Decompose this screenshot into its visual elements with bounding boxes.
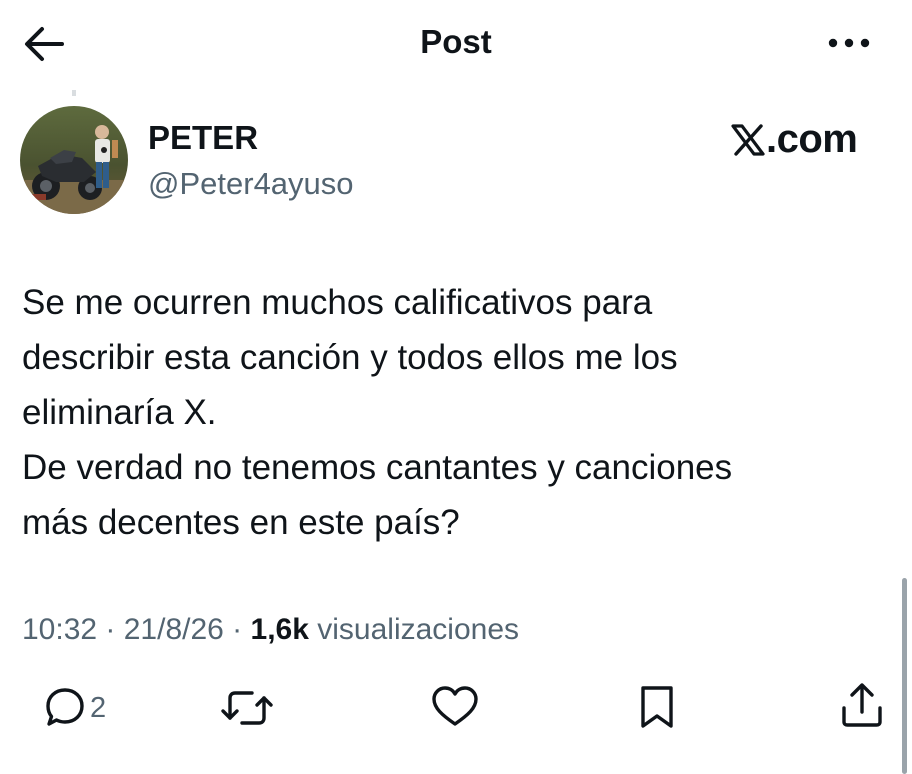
more-options-button[interactable] xyxy=(824,28,874,58)
more-horizontal-icon xyxy=(828,38,870,48)
share-button[interactable] xyxy=(836,678,888,738)
avatar[interactable] xyxy=(20,106,128,214)
meta-separator: · xyxy=(223,613,251,646)
heart-icon xyxy=(432,686,478,726)
bookmark-button[interactable] xyxy=(634,678,680,738)
post-time[interactable]: 10:32 xyxy=(22,613,97,646)
arrow-left-icon xyxy=(25,27,64,61)
scrollbar[interactable] xyxy=(902,578,907,774)
repost-button[interactable] xyxy=(220,678,274,738)
post-header: Post xyxy=(0,0,912,90)
meta-separator: · xyxy=(97,613,124,646)
decorative-mark xyxy=(72,90,76,96)
author-display-name[interactable]: PETER xyxy=(148,116,258,160)
brand-watermark: .com xyxy=(730,114,880,164)
author-handle[interactable]: @Peter4ayuso xyxy=(148,163,354,205)
like-button[interactable] xyxy=(430,678,480,738)
profile-photo-motorcycle xyxy=(20,106,128,214)
reply-count: 2 xyxy=(90,692,107,724)
views-count[interactable]: 1,6k xyxy=(251,613,309,646)
page-title: Post xyxy=(420,23,492,60)
post-text: Se me ocurren muchos calificativos para … xyxy=(22,283,733,542)
repost-icon xyxy=(221,691,273,725)
brand-suffix: .com xyxy=(766,117,858,161)
x-logo-icon xyxy=(731,124,765,156)
post-meta: 10:32 · 21/8/26 · 1,6k visualizaciones xyxy=(22,608,519,652)
back-button[interactable] xyxy=(22,24,66,64)
reply-button[interactable]: 2 xyxy=(44,678,134,738)
views-label[interactable]: visualizaciones xyxy=(317,613,519,646)
reply-icon xyxy=(46,688,84,726)
share-icon xyxy=(842,683,882,727)
bookmark-icon xyxy=(641,686,673,728)
action-bar: 2 xyxy=(0,678,912,738)
post-date[interactable]: 21/8/26 xyxy=(124,613,224,646)
